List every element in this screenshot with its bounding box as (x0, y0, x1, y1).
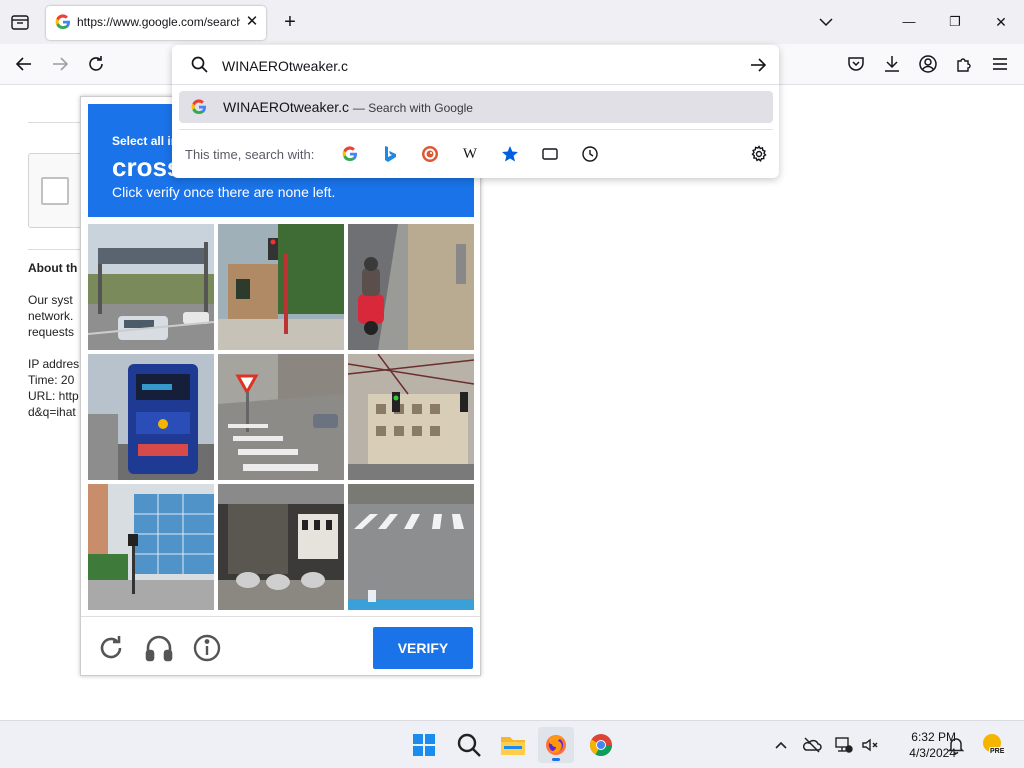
info-icon[interactable] (191, 632, 223, 664)
network-icon[interactable] (833, 734, 855, 756)
time-line: Time: 20 (28, 373, 75, 387)
url-input[interactable]: WINAEROtweaker.c (222, 55, 702, 77)
pocket-icon[interactable] (845, 53, 867, 75)
wikipedia-icon[interactable]: W (460, 144, 480, 164)
reload-challenge-icon[interactable] (95, 632, 127, 664)
taskbar: 6:32 PM 4/3/2024 PRE (0, 720, 1024, 768)
search-icon[interactable] (451, 727, 487, 763)
chrome-icon[interactable] (583, 727, 619, 763)
suggestion-query: WINAEROtweaker.c (223, 99, 350, 115)
captcha-tile-bus[interactable] (88, 354, 214, 480)
divider (28, 122, 88, 123)
chevron-down-icon[interactable] (815, 11, 837, 33)
search-suggestion[interactable]: WINAEROtweaker.c — Search with Google (179, 91, 773, 123)
volume-muted-icon[interactable] (859, 734, 881, 756)
page-line: network. (28, 309, 74, 323)
reload-icon[interactable] (85, 53, 107, 75)
bing-icon[interactable] (380, 144, 400, 164)
captcha-target: cross (112, 152, 182, 182)
search-engine-label: This time, search with: (185, 147, 315, 162)
notification-bell-icon[interactable] (945, 734, 967, 756)
audio-challenge-icon[interactable] (143, 632, 175, 664)
go-arrow-icon[interactable] (748, 55, 768, 75)
account-icon[interactable] (917, 53, 939, 75)
google-icon[interactable] (340, 144, 360, 164)
captcha-tile-traffic-light[interactable] (218, 224, 344, 350)
google-icon (191, 99, 207, 115)
tab-close-icon[interactable]: ✕ (243, 13, 261, 31)
minimize-button[interactable]: — (898, 11, 920, 33)
captcha-tile-highway[interactable] (88, 224, 214, 350)
captcha-divider (81, 616, 480, 617)
captcha-tile-motorbikes[interactable] (218, 484, 344, 610)
history-icon[interactable] (580, 144, 600, 164)
page-line: requests (28, 325, 75, 339)
url-bar-dropdown: WINAEROtweaker.c WINAEROtweaker.c — Sear… (172, 45, 779, 178)
captcha-tile-glass-building[interactable] (88, 484, 214, 610)
onedrive-icon[interactable] (801, 734, 823, 756)
captcha-challenge: Select all im cross Click verify once th… (80, 96, 481, 676)
bookmarks-star-icon[interactable] (500, 144, 520, 164)
captcha-sub-instruction: Click verify once there are none left. (112, 184, 336, 200)
new-tab-button[interactable]: + (279, 11, 301, 33)
tabs-icon[interactable] (540, 144, 560, 164)
divider (172, 84, 779, 85)
menu-icon[interactable] (989, 53, 1011, 75)
captcha-tile-crosswalk[interactable] (348, 484, 474, 610)
file-explorer-icon[interactable] (495, 727, 531, 763)
insider-preview-icon[interactable]: PRE (981, 731, 1007, 759)
suggestion-description: — Search with Google (352, 101, 473, 115)
recaptcha-checkbox[interactable] (41, 177, 69, 205)
tab-title: https://www.google.com/search?q=WINAEROt… (77, 15, 240, 29)
captcha-image-grid (88, 224, 474, 610)
list-all-tabs-icon[interactable] (9, 11, 31, 33)
windows-start-icon[interactable] (406, 727, 442, 763)
tab-google-search[interactable]: https://www.google.com/search?q=WINAEROt… (46, 6, 266, 40)
extensions-icon[interactable] (953, 53, 975, 75)
duckduckgo-icon[interactable] (420, 144, 440, 164)
downloads-icon[interactable] (881, 53, 903, 75)
back-arrow-icon[interactable] (13, 53, 35, 75)
url-line: URL: http (28, 389, 79, 403)
google-favicon-icon (55, 14, 71, 30)
divider (28, 249, 88, 250)
forward-arrow-icon[interactable] (49, 53, 71, 75)
captcha-tile-scooter[interactable] (348, 224, 474, 350)
captcha-tile-railway[interactable] (348, 354, 474, 480)
page-heading: About th (28, 261, 78, 275)
restore-button[interactable]: ❐ (944, 11, 966, 33)
divider (179, 129, 773, 130)
verify-button[interactable]: VERIFY (373, 627, 473, 669)
tab-strip: https://www.google.com/search?q=WINAEROt… (0, 0, 1024, 44)
firefox-icon[interactable] (538, 727, 574, 763)
gear-icon[interactable] (749, 144, 769, 164)
captcha-instruction: Select all im (112, 134, 182, 148)
close-window-button[interactable]: ✕ (990, 11, 1012, 33)
insider-badge-text: PRE (990, 748, 1005, 755)
page-line: Our syst (28, 293, 73, 307)
captcha-tile-yield-sign[interactable] (218, 354, 344, 480)
ip-address-line: IP addres (28, 357, 80, 371)
url-line-cont: d&q=ihat (28, 405, 76, 419)
show-hidden-icons-chevron-icon[interactable] (770, 734, 792, 756)
search-icon (190, 55, 210, 75)
